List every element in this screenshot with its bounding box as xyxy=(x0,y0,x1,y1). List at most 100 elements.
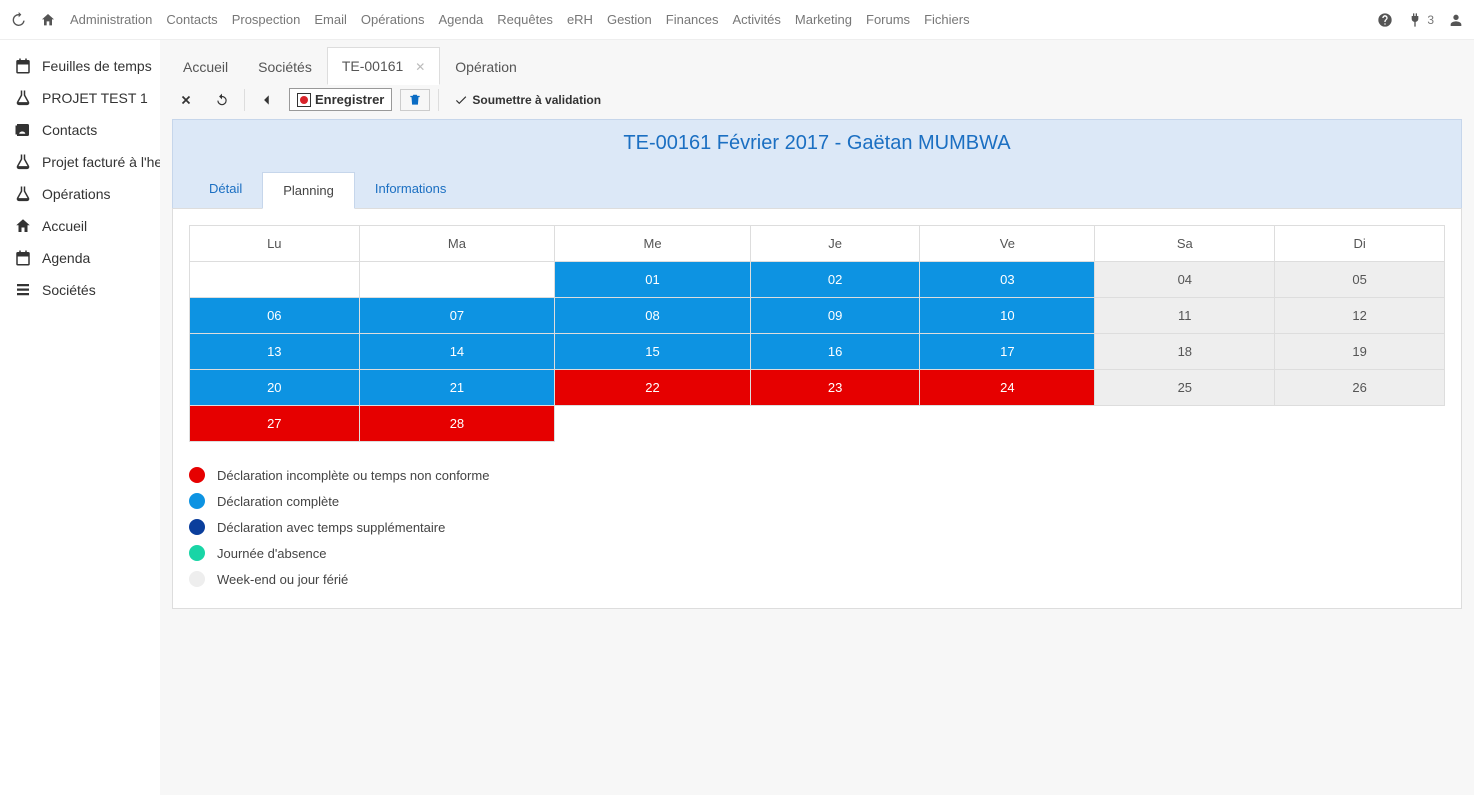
tab-label: Accueil xyxy=(183,59,228,75)
cal-day-02[interactable]: 02 xyxy=(750,262,920,298)
menu-item-gestion[interactable]: Gestion xyxy=(607,12,652,27)
cal-day-13[interactable]: 13 xyxy=(190,334,360,370)
cal-day-18[interactable]: 18 xyxy=(1095,334,1275,370)
tab-opération[interactable]: Opération xyxy=(440,48,531,85)
tab-te-00161[interactable]: TE-00161 ✕ xyxy=(327,47,440,85)
cal-day-28[interactable]: 28 xyxy=(359,406,555,442)
undo-icon xyxy=(215,93,229,107)
menu-item-finances[interactable]: Finances xyxy=(666,12,719,27)
menu-item-fichiers[interactable]: Fichiers xyxy=(924,12,970,27)
flask-icon xyxy=(14,89,32,107)
sidebar-item-5[interactable]: Accueil xyxy=(0,210,160,242)
cal-day-23[interactable]: 23 xyxy=(750,370,920,406)
cal-day-24[interactable]: 24 xyxy=(920,370,1095,406)
sidebar-item-1[interactable]: PROJET TEST 1 xyxy=(0,82,160,114)
plug-icon[interactable] xyxy=(1407,12,1423,28)
sidebar-item-label: Feuilles de temps xyxy=(42,58,152,74)
cal-day-01[interactable]: 01 xyxy=(555,262,751,298)
home-icon[interactable] xyxy=(40,12,56,28)
menu-item-forums[interactable]: Forums xyxy=(866,12,910,27)
legend-label: Week-end ou jour férié xyxy=(217,572,348,587)
tab-accueil[interactable]: Accueil xyxy=(168,48,243,85)
sub-tab-informations[interactable]: Informations xyxy=(355,171,467,208)
check-icon xyxy=(454,93,468,107)
legend-dot-dark xyxy=(189,519,205,535)
legend-row: Déclaration complète xyxy=(189,488,1445,514)
cal-empty xyxy=(920,406,1095,442)
cal-day-05[interactable]: 05 xyxy=(1275,262,1445,298)
sidebar-item-0[interactable]: Feuilles de temps xyxy=(0,50,160,82)
notification-count: 3 xyxy=(1427,13,1434,27)
cal-day-07[interactable]: 07 xyxy=(359,298,555,334)
calendar-table: LuMaMeJeVeSaDi 0102030405 06070809101112… xyxy=(189,225,1445,442)
delete-button[interactable] xyxy=(400,89,430,111)
cal-day-20[interactable]: 20 xyxy=(190,370,360,406)
cal-day-14[interactable]: 14 xyxy=(359,334,555,370)
content: Accueil Sociétés TE-00161 ✕ Opération En… xyxy=(160,40,1474,795)
sidebar-item-4[interactable]: Opérations xyxy=(0,178,160,210)
menu-item-activités[interactable]: Activités xyxy=(733,12,781,27)
sidebar-item-label: Projet facturé à l'heu xyxy=(42,154,160,170)
menu-item-email[interactable]: Email xyxy=(314,12,347,27)
topbar: Administration Contacts Prospection Email Op… xyxy=(0,0,1474,40)
tab-close-icon[interactable]: ✕ xyxy=(415,60,425,74)
cal-day-12[interactable]: 12 xyxy=(1275,298,1445,334)
sidebar-item-label: PROJET TEST 1 xyxy=(42,90,148,106)
legend-dot-red xyxy=(189,467,205,483)
menu-item-administration[interactable]: Administration xyxy=(70,12,152,27)
cal-day-25[interactable]: 25 xyxy=(1095,370,1275,406)
help-icon[interactable] xyxy=(1377,12,1393,28)
cal-day-16[interactable]: 16 xyxy=(750,334,920,370)
menu-item-prospection[interactable]: Prospection xyxy=(232,12,301,27)
cal-empty xyxy=(750,406,920,442)
sidebar-item-2[interactable]: Contacts xyxy=(0,114,160,146)
menu-item-erh[interactable]: eRH xyxy=(567,12,593,27)
undo-button[interactable] xyxy=(208,90,236,110)
page-title: TE-00161 Février 2017 - Gaëtan MUMBWA xyxy=(189,132,1445,171)
sidebar-item-3[interactable]: Projet facturé à l'heu xyxy=(0,146,160,178)
legend-dot-blue xyxy=(189,493,205,509)
menu-item-agenda[interactable]: Agenda xyxy=(438,12,483,27)
cal-day-19[interactable]: 19 xyxy=(1275,334,1445,370)
cal-header: Sa xyxy=(1095,226,1275,262)
menu-item-marketing[interactable]: Marketing xyxy=(795,12,852,27)
save-button[interactable]: Enregistrer xyxy=(289,88,392,111)
cal-day-03[interactable]: 03 xyxy=(920,262,1095,298)
menu-item-requêtes[interactable]: Requêtes xyxy=(497,12,553,27)
back-button[interactable] xyxy=(253,90,281,110)
tab-sociétés[interactable]: Sociétés xyxy=(243,48,327,85)
cal-day-22[interactable]: 22 xyxy=(555,370,751,406)
sidebar-item-6[interactable]: Agenda xyxy=(0,242,160,274)
history-icon[interactable] xyxy=(10,12,26,28)
menu-item-opérations[interactable]: Opérations xyxy=(361,12,425,27)
cal-day-08[interactable]: 08 xyxy=(555,298,751,334)
close-button[interactable] xyxy=(172,90,200,110)
cal-day-11[interactable]: 11 xyxy=(1095,298,1275,334)
cal-day-27[interactable]: 27 xyxy=(190,406,360,442)
cal-day-15[interactable]: 15 xyxy=(555,334,751,370)
cal-day-17[interactable]: 17 xyxy=(920,334,1095,370)
cal-day-04[interactable]: 04 xyxy=(1095,262,1275,298)
cal-day-26[interactable]: 26 xyxy=(1275,370,1445,406)
sidebar-item-7[interactable]: Sociétés xyxy=(0,274,160,306)
calendar-icon xyxy=(14,57,32,75)
sidebar-item-label: Agenda xyxy=(42,250,90,266)
cal-day-09[interactable]: 09 xyxy=(750,298,920,334)
sub-tab-planning[interactable]: Planning xyxy=(262,172,355,209)
save-label: Enregistrer xyxy=(315,92,384,107)
legend-dot-teal xyxy=(189,545,205,561)
close-icon xyxy=(179,93,193,107)
back-icon xyxy=(260,93,274,107)
legend-row: Déclaration incomplète ou temps non conf… xyxy=(189,462,1445,488)
cal-day-06[interactable]: 06 xyxy=(190,298,360,334)
cal-header: Je xyxy=(750,226,920,262)
sub-tab-détail[interactable]: Détail xyxy=(189,171,262,208)
record-icon xyxy=(297,93,311,107)
menu-item-contacts[interactable]: Contacts xyxy=(166,12,217,27)
submit-button[interactable]: Soumettre à validation xyxy=(447,90,608,110)
user-icon[interactable] xyxy=(1448,12,1464,28)
cal-day-21[interactable]: 21 xyxy=(359,370,555,406)
tab-label: Opération xyxy=(455,59,516,75)
legend-row: Déclaration avec temps supplémentaire xyxy=(189,514,1445,540)
cal-day-10[interactable]: 10 xyxy=(920,298,1095,334)
